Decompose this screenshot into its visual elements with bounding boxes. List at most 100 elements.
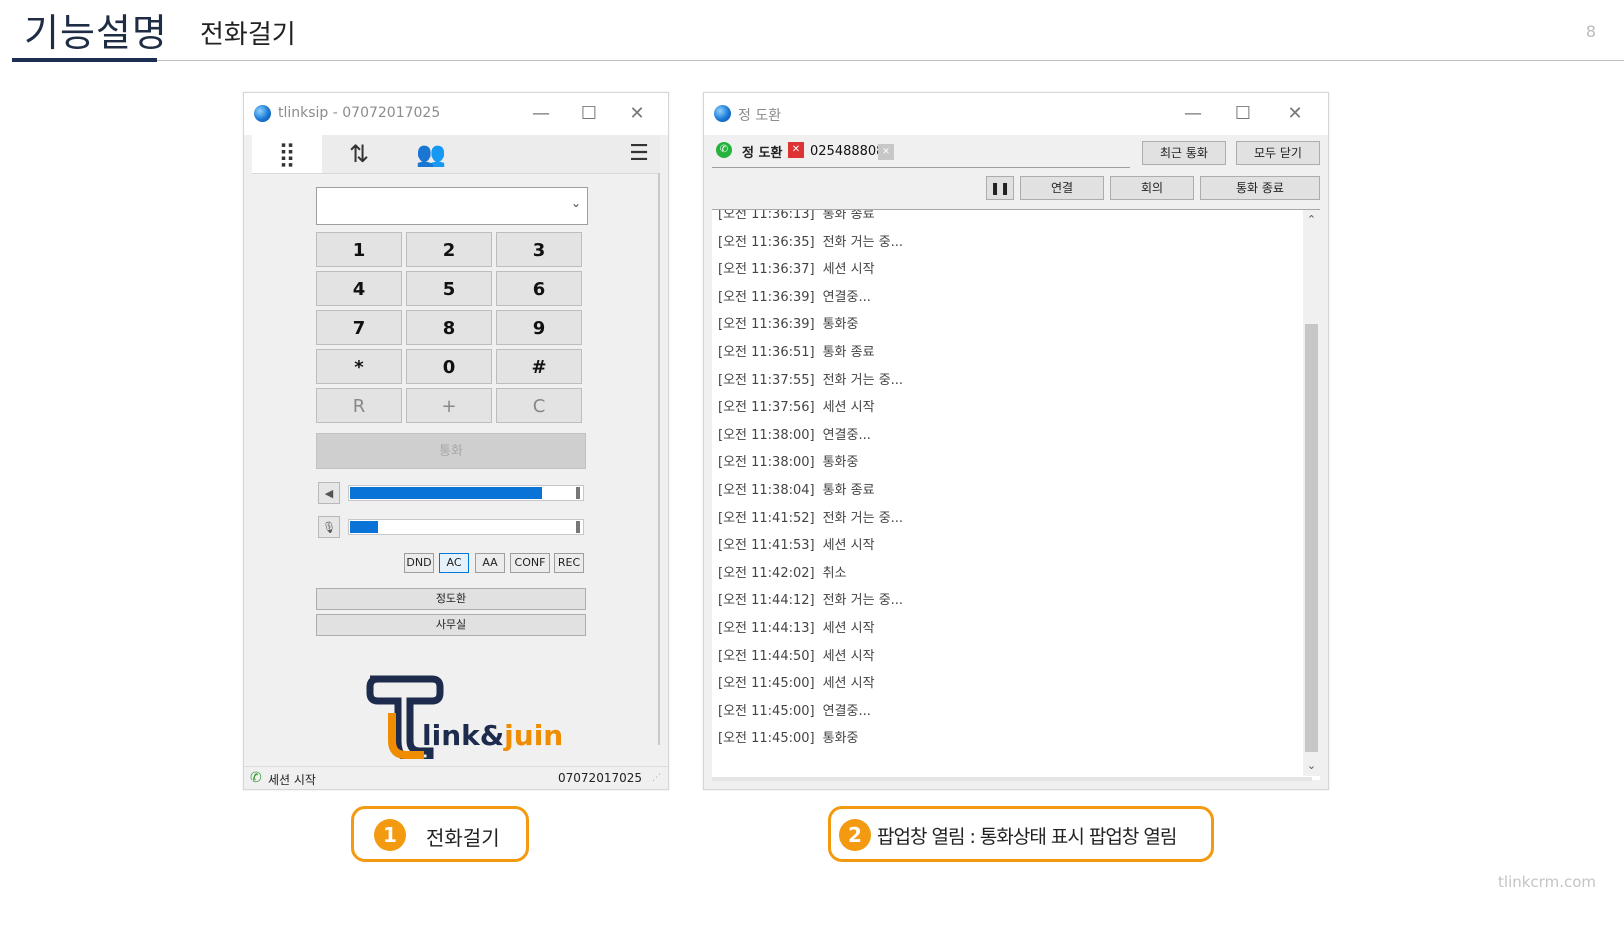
log-message: 전화 거는 중... xyxy=(822,234,904,250)
log-message: 전화 거는 중... xyxy=(822,372,904,388)
key-clear[interactable]: C xyxy=(496,388,582,423)
call-log-panel[interactable]: ⌃ ⌄ [오전 11:36:13] 통화 종료 [오전 11:36:35] 전화 거는… xyxy=(712,209,1320,780)
dialer-status-bar: ✆ 세션 시작 07072017025 ⋰ xyxy=(244,766,668,789)
minimize-button[interactable]: — xyxy=(1180,101,1206,127)
resize-grip-icon[interactable]: ⋰ xyxy=(652,773,662,783)
log-message: 전화 거는 중... xyxy=(822,593,904,609)
log-line: [오전 11:44:13] 세션 시작 xyxy=(718,617,875,636)
scroll-down-icon[interactable]: ⌄ xyxy=(1303,758,1320,774)
log-message: 세션 시작 xyxy=(822,262,875,278)
log-line: [오전 11:36:39] 통화중 xyxy=(718,313,858,332)
key-9[interactable]: 9 xyxy=(496,310,582,345)
rec-toggle[interactable]: REC xyxy=(554,553,584,573)
log-timestamp: [오전 11:45:00] xyxy=(718,676,815,692)
key-3[interactable]: 3 xyxy=(496,232,582,267)
close-all-button[interactable]: 모두 닫기 xyxy=(1236,141,1320,165)
scroll-thumb[interactable] xyxy=(1305,324,1318,752)
key-redial[interactable]: R xyxy=(316,388,402,423)
key-1[interactable]: 1 xyxy=(316,232,402,267)
scroll-up-icon[interactable]: ⌃ xyxy=(1303,212,1320,228)
log-message: 통화중 xyxy=(822,455,859,471)
logo-text: link&juin xyxy=(422,719,563,752)
session-tab[interactable]: ✆ 정 도환 ✕ 025488808 ✕ xyxy=(712,135,1130,168)
key-4[interactable]: 4 xyxy=(316,271,402,306)
tab-contacts[interactable]: 👥 xyxy=(396,135,466,173)
quick-dial-button[interactable]: 사무실 xyxy=(316,614,586,636)
log-message: 연결중... xyxy=(822,427,871,443)
number-input-combo[interactable]: ⌄ xyxy=(316,187,588,225)
call-toolbar: ✆ 정 도환 ✕ 025488808 ✕ 최근 통화 모두 닫기 ❚❚ 연결 회… xyxy=(712,135,1320,209)
close-number-icon[interactable]: ✕ xyxy=(878,144,894,160)
logo-text-part2: juin xyxy=(504,719,564,752)
maximize-button[interactable]: ☐ xyxy=(1230,101,1256,127)
dnd-toggle[interactable]: DND xyxy=(404,553,434,573)
status-number: 07072017025 xyxy=(558,771,642,785)
quick-dial-button[interactable]: 정도환 xyxy=(316,588,586,610)
key-star[interactable]: * xyxy=(316,349,402,384)
log-timestamp: [오전 11:36:13] xyxy=(718,209,815,222)
log-timestamp: [오전 11:44:13] xyxy=(718,621,815,636)
log-timestamp: [오전 11:45:00] xyxy=(718,703,815,719)
key-0[interactable]: 0 xyxy=(406,349,492,384)
log-timestamp: [오전 11:44:50] xyxy=(718,648,815,664)
pause-button[interactable]: ❚❚ xyxy=(986,176,1014,200)
close-button[interactable]: ✕ xyxy=(1282,101,1308,127)
ac-toggle[interactable]: AC xyxy=(439,553,469,573)
connect-button[interactable]: 연결 xyxy=(1020,176,1104,200)
log-message: 연결중... xyxy=(822,289,871,305)
key-hash[interactable]: # xyxy=(496,349,582,384)
log-line: [오전 11:42:02] 취소 xyxy=(718,562,847,581)
conference-button[interactable]: 회의 xyxy=(1110,176,1194,200)
callout-text: 전화걸기 xyxy=(426,826,500,850)
call-button[interactable]: 통화 xyxy=(316,433,586,469)
log-line: [오전 11:38:00] 연결중... xyxy=(718,424,871,443)
log-message: 통화 종료 xyxy=(822,209,875,222)
log-message: 연결중... xyxy=(822,703,871,719)
menu-hamburger-icon[interactable]: ☰ xyxy=(628,143,650,165)
callout-2: 2 팝업창 열림 : 통화상태 표시 팝업창 열림 xyxy=(828,806,1214,862)
conf-toggle[interactable]: CONF xyxy=(510,553,550,573)
close-session-icon[interactable]: ✕ xyxy=(788,142,804,158)
key-5[interactable]: 5 xyxy=(406,271,492,306)
log-timestamp: [오전 11:41:52] xyxy=(718,510,815,526)
callout-number: 2 xyxy=(839,819,871,851)
mic-volume-thumb[interactable] xyxy=(576,521,580,533)
close-button[interactable]: ✕ xyxy=(624,101,650,127)
slide-subtitle: 전화걸기 xyxy=(200,20,296,50)
minimize-button[interactable]: — xyxy=(528,101,554,127)
log-timestamp: [오전 11:36:35] xyxy=(718,234,815,250)
recent-calls-button[interactable]: 최근 통화 xyxy=(1142,141,1226,165)
speaker-volume-slider[interactable] xyxy=(348,485,584,501)
mic-volume-slider[interactable] xyxy=(348,519,584,535)
maximize-button[interactable]: ☐ xyxy=(576,101,602,127)
chevron-down-icon[interactable]: ⌄ xyxy=(571,196,581,210)
key-6[interactable]: 6 xyxy=(496,271,582,306)
call-window-bottom-edge xyxy=(712,777,1312,781)
log-timestamp: [오전 11:41:53] xyxy=(718,538,815,554)
dialer-titlebar[interactable]: tlinksip - 07072017025 — ☐ ✕ xyxy=(244,93,668,135)
log-message: 세션 시작 xyxy=(822,400,875,416)
log-message: 세션 시작 xyxy=(822,538,875,554)
microphone-icon[interactable]: 🎙 xyxy=(318,516,340,538)
end-call-button[interactable]: 통화 종료 xyxy=(1200,176,1320,200)
aa-toggle[interactable]: AA xyxy=(475,553,505,573)
call-titlebar[interactable]: 정 도환 — ☐ ✕ xyxy=(704,93,1328,135)
logo-text-part1: link& xyxy=(422,719,505,752)
key-plus[interactable]: + xyxy=(406,388,492,423)
log-scrollbar[interactable]: ⌃ ⌄ xyxy=(1303,210,1320,776)
tab-transfer[interactable]: ⇅ xyxy=(324,135,394,173)
log-line: [오전 11:45:00] 통화중 xyxy=(718,727,858,746)
log-line: [오전 11:36:37] 세션 시작 xyxy=(718,258,875,277)
session-name: 정 도환 xyxy=(742,146,783,161)
speaker-volume-thumb[interactable] xyxy=(576,487,580,499)
speaker-icon[interactable]: ◀ xyxy=(318,482,340,504)
log-timestamp: [오전 11:42:02] xyxy=(718,565,815,581)
tab-keypad[interactable]: ⣿ xyxy=(252,135,322,173)
key-8[interactable]: 8 xyxy=(406,310,492,345)
keypad-icon: ⣿ xyxy=(278,140,296,168)
key-7[interactable]: 7 xyxy=(316,310,402,345)
transfer-icon: ⇅ xyxy=(348,140,370,168)
log-timestamp: [오전 11:38:00] xyxy=(718,427,815,443)
key-2[interactable]: 2 xyxy=(406,232,492,267)
log-message: 통화 종료 xyxy=(822,345,875,360)
